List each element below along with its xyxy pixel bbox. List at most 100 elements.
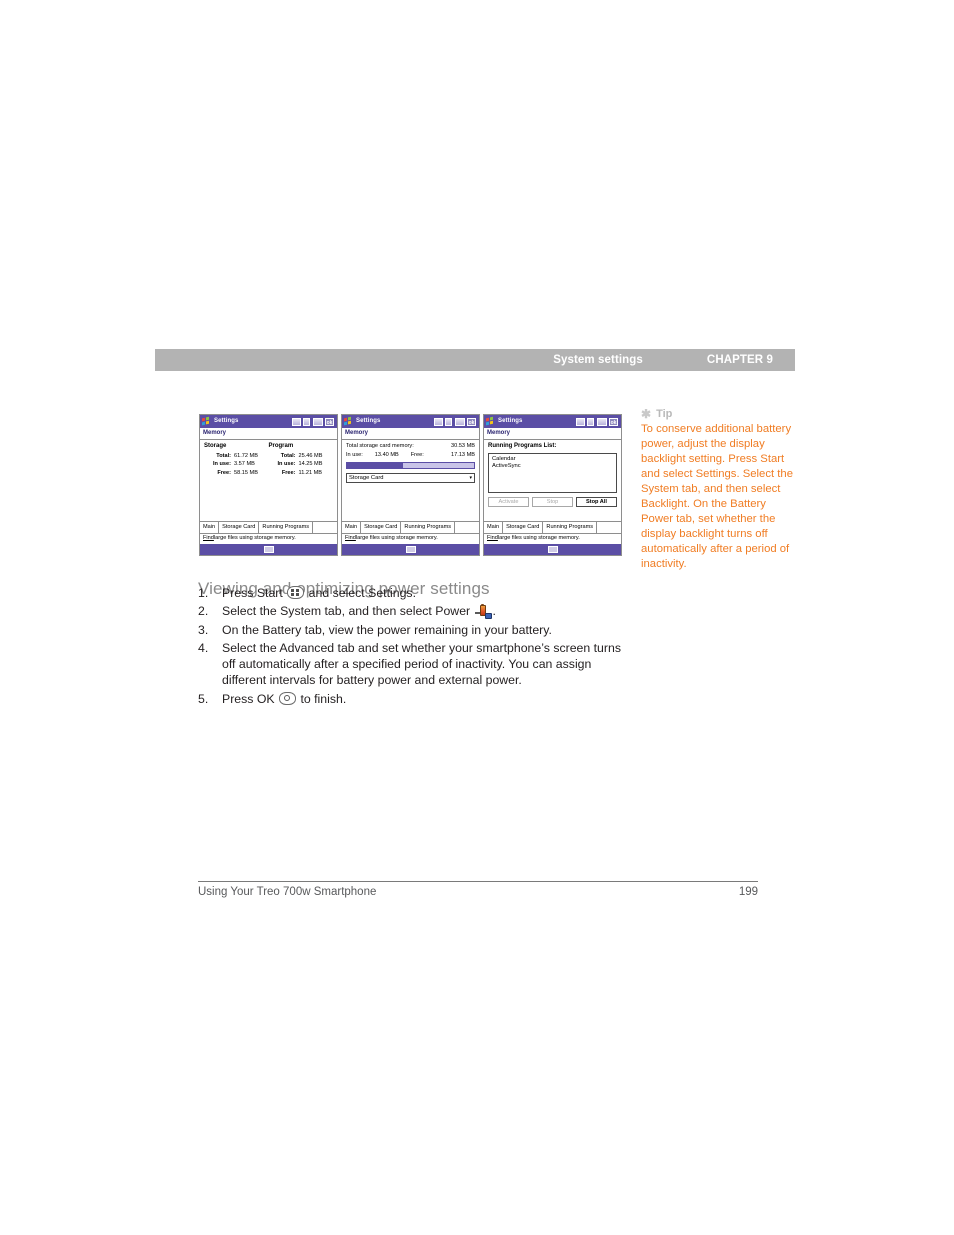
program-inuse-label: In use: (277, 461, 296, 468)
program-free-label: Free: (281, 469, 296, 476)
running-programs-buttons: Activate Stop Stop All (488, 497, 617, 507)
statusbar-text: large files using storage memory. (497, 535, 580, 542)
storage-inuse-label: In use: (212, 461, 231, 468)
tab-main[interactable]: Main (484, 522, 504, 533)
device-softkey-bar (200, 544, 337, 555)
program-free-value: 11.21 MB (298, 469, 323, 476)
activate-button[interactable]: Activate (488, 497, 529, 507)
list-item[interactable]: Calendar (492, 456, 613, 463)
inuse-free-row: In use: 13.40 MB Free: 17.13 MB (346, 452, 475, 459)
find-link[interactable]: Find (487, 535, 498, 541)
step-item: 1. Press Start and select Settings. (198, 586, 628, 602)
keyboard-icon[interactable] (263, 546, 274, 553)
signal-icon (303, 417, 310, 426)
tab-storage-card[interactable]: Storage Card (361, 522, 402, 533)
power-settings-icon (474, 603, 492, 620)
step-item: 4. Select the Advanced tab and set wheth… (198, 641, 628, 689)
chevron-down-icon[interactable]: ▾ (469, 475, 472, 481)
ok-icon[interactable]: ok (467, 417, 476, 426)
running-programs-listbox[interactable]: Calendar ActiveSync (488, 453, 617, 493)
sim-icon (291, 417, 301, 426)
tab-storage-card[interactable]: Storage Card (503, 522, 544, 533)
running-programs-list-label: Running Programs List: (488, 443, 557, 449)
find-link[interactable]: Find (203, 535, 214, 541)
storage-memory-column: Storage Total: 61.72 MB In use: 3.57 MB … (204, 443, 269, 478)
storage-usage-progressbar (346, 462, 475, 470)
device-subtitle: Memory (342, 428, 479, 440)
windows-logo-icon (486, 416, 495, 426)
device-title-label: Settings (214, 417, 239, 424)
tab-main[interactable]: Main (342, 522, 362, 533)
ok-icon[interactable]: ok (609, 417, 618, 426)
device-statusbar: Findlarge files using storage memory. (200, 532, 337, 544)
tip-body-text: To conserve additional battery power, ad… (641, 423, 793, 571)
storage-total-value: 61.72 MB (234, 453, 258, 459)
tab-running-programs[interactable]: Running Programs (259, 522, 314, 533)
tab-running-programs[interactable]: Running Programs (401, 522, 456, 533)
free-value: 17.13 MB (451, 452, 475, 459)
tab-filler (455, 522, 479, 533)
find-link[interactable]: Find (345, 535, 356, 541)
statusbar-text: large files using storage memory. (213, 535, 296, 542)
tab-filler (597, 522, 621, 533)
windows-logo-icon (202, 416, 211, 426)
step-text-pre: Select the System tab, and then select P… (222, 604, 474, 619)
signal-icon (587, 417, 594, 426)
battery-icon (312, 417, 323, 426)
device-screenshot-storage-card: Settings ok Memory Total storage card me… (341, 414, 480, 556)
program-total-value: 25.46 MB (298, 453, 323, 459)
device-screenshot-main: Settings ok Memory Storage Total: 61.72 … (199, 414, 338, 556)
step-number: 1. (198, 586, 209, 600)
step-text-pre: Press Start (222, 586, 287, 600)
statusbar-text: large files using storage memory. (355, 535, 438, 542)
footer-book-title: Using Your Treo 700w Smartphone (198, 886, 377, 898)
free-label: Free: (410, 452, 424, 459)
step-text-pre: Press OK (222, 691, 279, 706)
device-status-icons: ok (433, 417, 478, 426)
progress-fill (347, 463, 403, 469)
step-item: 5. Press OK to finish. (198, 691, 628, 708)
storage-total-label: Total: (216, 453, 231, 459)
keyboard-icon[interactable] (405, 546, 416, 553)
step-text-post: . (492, 604, 496, 619)
step-item: 3. On the Battery tab, view the power re… (198, 623, 628, 639)
screenshot-row: Settings ok Memory Storage Total: 61.72 … (199, 414, 622, 556)
step-number: 2. (198, 604, 209, 619)
storage-heading: Storage (204, 443, 227, 449)
program-memory-column: Program Total: 25.46 MB In use: 14.25 MB… (269, 443, 334, 478)
list-item[interactable]: ActiveSync (492, 463, 613, 470)
tip-heading: ✱ Tip (641, 408, 793, 420)
sim-icon (433, 417, 443, 426)
tip-sidebar: ✱ Tip To conserve additional battery pow… (641, 408, 793, 572)
tab-main[interactable]: Main (200, 522, 220, 533)
footer-divider (198, 881, 758, 882)
device-titlebar: Settings ok (484, 415, 621, 428)
device-status-icons: ok (291, 417, 336, 426)
inuse-label: In use: (346, 452, 363, 459)
page-running-header: System settings CHAPTER 9 (155, 349, 795, 371)
step-item: 2. Select the System tab, and then selec… (198, 603, 628, 620)
storage-card-select[interactable]: Storage Card ▾ (346, 473, 475, 484)
ok-icon[interactable]: ok (325, 417, 334, 426)
keyboard-icon[interactable] (547, 546, 558, 553)
ok-button-icon (279, 691, 297, 705)
header-section-title: System settings (553, 354, 643, 366)
device-body: Total storage card memory: 30.53 MB In u… (342, 440, 479, 522)
step-text-post: and select Settings. (305, 586, 416, 600)
page-number: 199 (738, 886, 758, 898)
stop-all-button[interactable]: Stop All (576, 497, 617, 507)
tab-storage-card[interactable]: Storage Card (219, 522, 260, 533)
program-inuse-value: 14.25 MB (298, 461, 323, 468)
stop-button[interactable]: Stop (532, 497, 573, 507)
step-text: Press Start and select Settings. (222, 586, 628, 602)
device-statusbar: Findlarge files using storage memory. (484, 532, 621, 544)
tip-heading-label: Tip (656, 408, 673, 420)
device-screenshot-running-programs: Settings ok Memory Running Programs List… (483, 414, 622, 556)
device-statusbar: Findlarge files using storage memory. (342, 532, 479, 544)
step-number: 4. (198, 641, 209, 656)
storage-card-select-value: Storage Card (349, 474, 384, 481)
tab-running-programs[interactable]: Running Programs (543, 522, 598, 533)
step-text: Press OK to finish. (222, 691, 628, 708)
device-tabbar: Main Storage Card Running Programs (342, 521, 479, 533)
storage-inuse-value: 3.57 MB (234, 461, 255, 468)
